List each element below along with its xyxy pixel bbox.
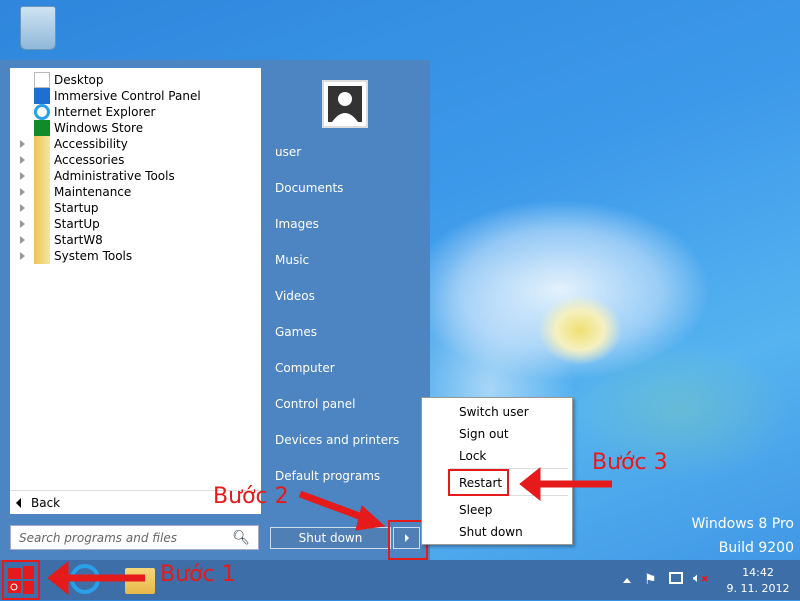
step2-arrowhead xyxy=(355,505,386,531)
step1-label: Bước 1 xyxy=(160,562,236,587)
step3-arrowhead xyxy=(519,466,541,502)
step1-arrowhead xyxy=(47,560,69,596)
step3-label: Bước 3 xyxy=(592,450,668,475)
step2-label: Bước 2 xyxy=(213,484,289,509)
annotation-arrows xyxy=(47,466,612,596)
